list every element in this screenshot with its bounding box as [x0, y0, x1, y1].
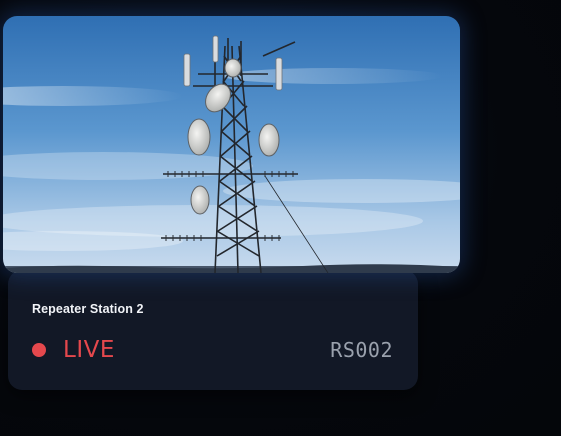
live-status: LIVE: [32, 336, 115, 364]
station-name: Repeater Station 2: [32, 302, 144, 316]
live-label: LIVE: [63, 337, 115, 363]
station-card[interactable]: [8, 270, 418, 390]
station-thumbnail[interactable]: [3, 16, 460, 273]
stream-tile[interactable]: Repeater Station 2 LIVE RS002: [0, 0, 561, 436]
station-code: RS002: [330, 338, 393, 362]
live-dot-icon: [32, 343, 46, 357]
tower-image: [3, 16, 460, 273]
